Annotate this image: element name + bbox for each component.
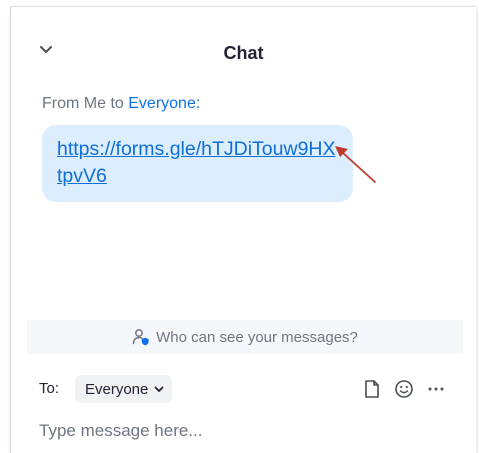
more-icon <box>428 387 444 391</box>
recipient-value: Everyone <box>85 380 149 398</box>
more-options-button[interactable] <box>425 378 447 400</box>
recipient-dropdown[interactable]: Everyone <box>75 375 173 403</box>
chevron-down-icon <box>154 386 164 393</box>
message-from-label: From Me to <box>42 95 124 112</box>
emoji-icon <box>395 380 413 398</box>
annotation-arrow <box>335 146 376 183</box>
recipient-row: To: Everyone <box>39 375 459 403</box>
person-shield-icon <box>132 328 150 346</box>
message-input[interactable] <box>39 417 459 445</box>
message-bubble: https://forms.gle/hTJDiTouw9HXtpvV6 <box>42 125 353 202</box>
chat-panel: Chat From Me to Everyone: https://forms.… <box>10 6 476 453</box>
chat-title: Chat <box>223 43 264 63</box>
message-link[interactable]: https://forms.gle/hTJDiTouw9HXtpvV6 <box>57 136 339 190</box>
message-recipient-link[interactable]: Everyone: <box>128 95 200 112</box>
emoji-button[interactable] <box>393 378 415 400</box>
message-sender-line: From Me to Everyone: <box>42 95 200 113</box>
file-icon <box>365 380 379 398</box>
visibility-label: Who can see your messages? <box>156 328 358 346</box>
chat-header: Chat <box>11 7 476 63</box>
share-file-button[interactable] <box>361 378 383 400</box>
who-can-see-messages-button[interactable]: Who can see your messages? <box>27 320 463 354</box>
to-label: To: <box>39 380 60 397</box>
